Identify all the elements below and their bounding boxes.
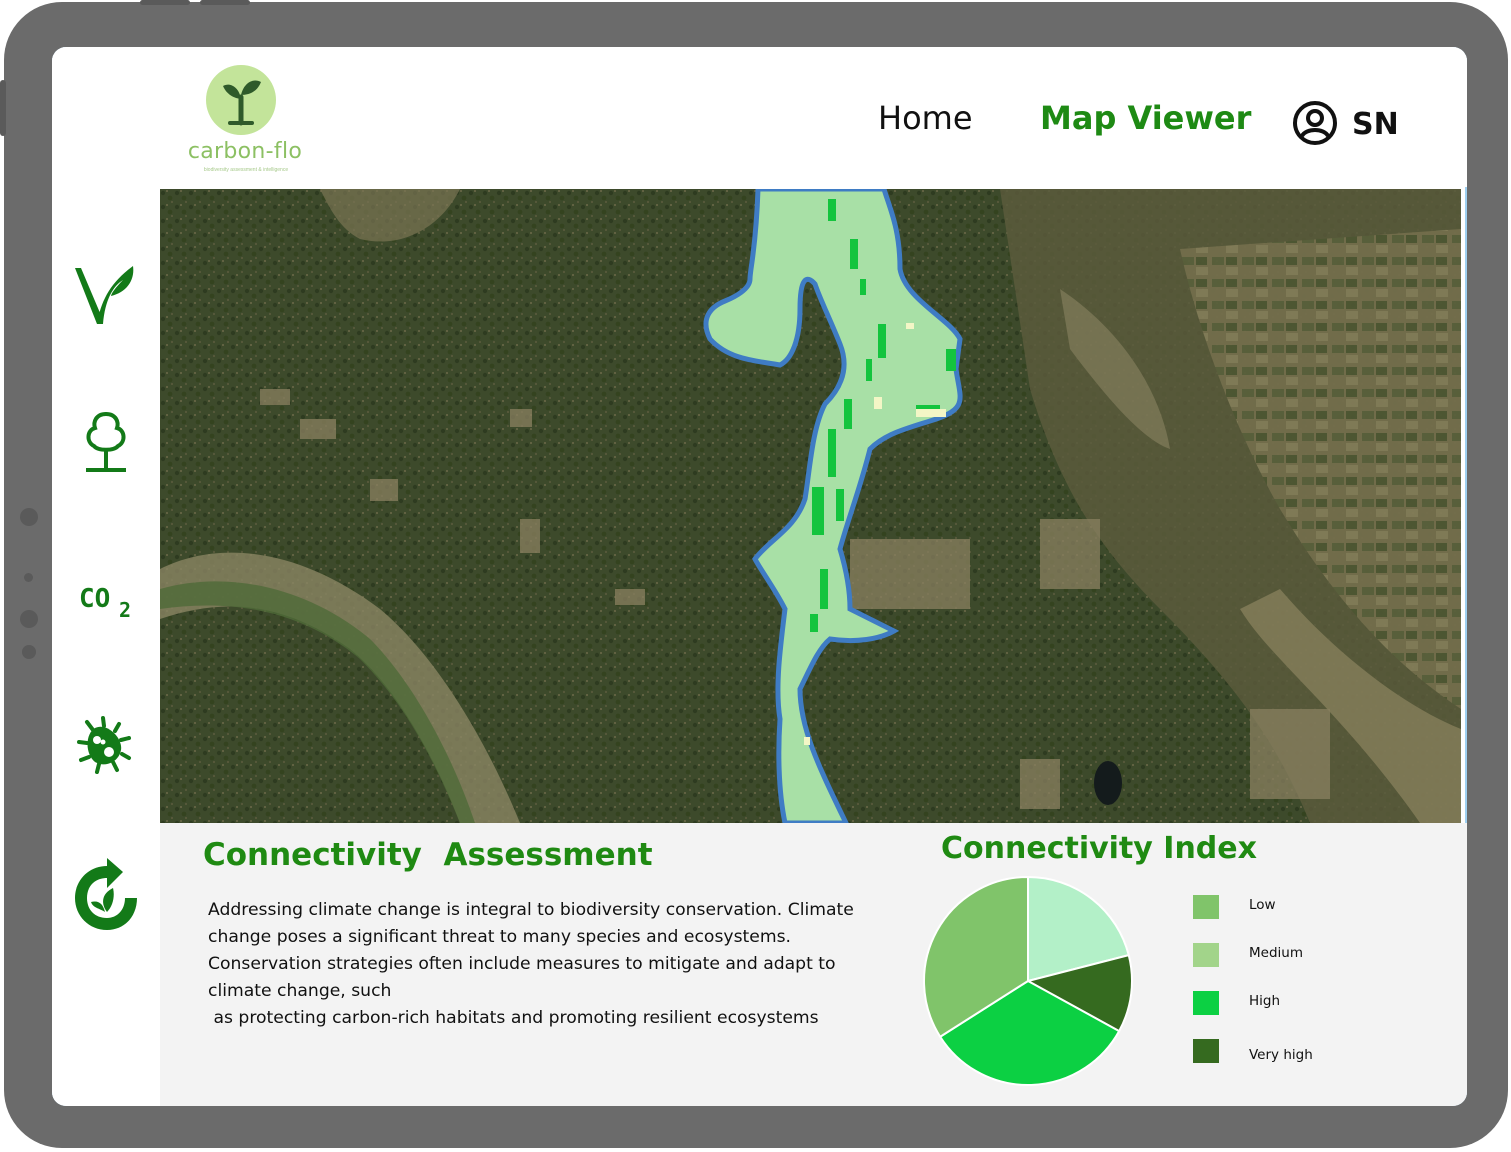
sidebar-item-sustainability[interactable]: [66, 855, 146, 935]
legend-swatch: [1193, 895, 1219, 919]
sidebar-item-biodiversity[interactable]: [66, 255, 146, 335]
legend-swatch: [1193, 1039, 1219, 1063]
app-screen: carbon-flo biodiversity assessment & int…: [52, 47, 1467, 1106]
brand-logo[interactable]: carbon-flo biodiversity assessment & int…: [172, 63, 312, 183]
legend-swatch: [1193, 991, 1219, 1015]
chart-title: Connectivity Index: [941, 831, 1257, 866]
sidebar-item-trees[interactable]: [66, 401, 146, 481]
info-panel: Connectivity Assessment Addressing clima…: [160, 823, 1467, 1106]
top-header: carbon-flo biodiversity assessment & int…: [52, 47, 1467, 187]
recycle-leaf-icon: [75, 858, 137, 930]
legend-label: Very high: [1249, 1047, 1313, 1063]
description-line: Conservation strategies often include me…: [208, 954, 836, 974]
biodiversity-leaf-icon: [75, 266, 134, 324]
user-menu[interactable]: SN: [1290, 99, 1400, 149]
camera-dot: [20, 610, 38, 628]
map-viewer[interactable]: [160, 189, 1461, 823]
tablet-top-button: [200, 0, 250, 5]
legend-label: High: [1249, 993, 1281, 1009]
description-line: change poses a significant threat to man…: [208, 927, 791, 947]
sprout-logo-icon: [206, 65, 276, 135]
legend-label: Low: [1249, 897, 1276, 913]
sidebar: CO 2: [52, 187, 160, 1106]
svg-text:CO: CO: [79, 584, 110, 614]
description-line: climate change, such: [208, 981, 392, 1001]
nav-map-viewer-link[interactable]: Map Viewer: [1040, 99, 1251, 137]
user-account-icon: [1293, 101, 1337, 145]
sidebar-item-carbon[interactable]: CO 2: [66, 561, 146, 641]
svg-text:2: 2: [119, 598, 131, 621]
assessment-description: Addressing climate change is integral to…: [208, 897, 908, 1032]
camera-dot: [20, 508, 38, 526]
description-line: as protecting carbon-rich habitats and p…: [208, 1008, 819, 1028]
assessment-title: Connectivity Assessment: [203, 837, 653, 873]
legend-swatch: [1193, 943, 1219, 967]
bacteria-icon: [77, 716, 131, 774]
user-initials: SN: [1352, 107, 1399, 142]
sidebar-item-microbes[interactable]: [66, 705, 146, 785]
connectivity-pie-chart: [923, 875, 1133, 1086]
legend-label: Medium: [1249, 945, 1303, 961]
camera-dot: [24, 573, 33, 582]
nav-home-link[interactable]: Home: [878, 99, 973, 137]
co2-icon: CO 2: [79, 584, 131, 621]
description-line: Addressing climate change is integral to…: [208, 900, 854, 920]
tablet-side-button: [0, 80, 6, 136]
brand-tagline: biodiversity assessment & intelligence: [203, 167, 289, 173]
camera-dot: [22, 645, 36, 659]
tree-icon: [86, 411, 126, 472]
tablet-top-button: [140, 0, 190, 5]
brand-name: carbon-flo: [187, 139, 303, 164]
satellite-map[interactable]: [160, 189, 1461, 823]
